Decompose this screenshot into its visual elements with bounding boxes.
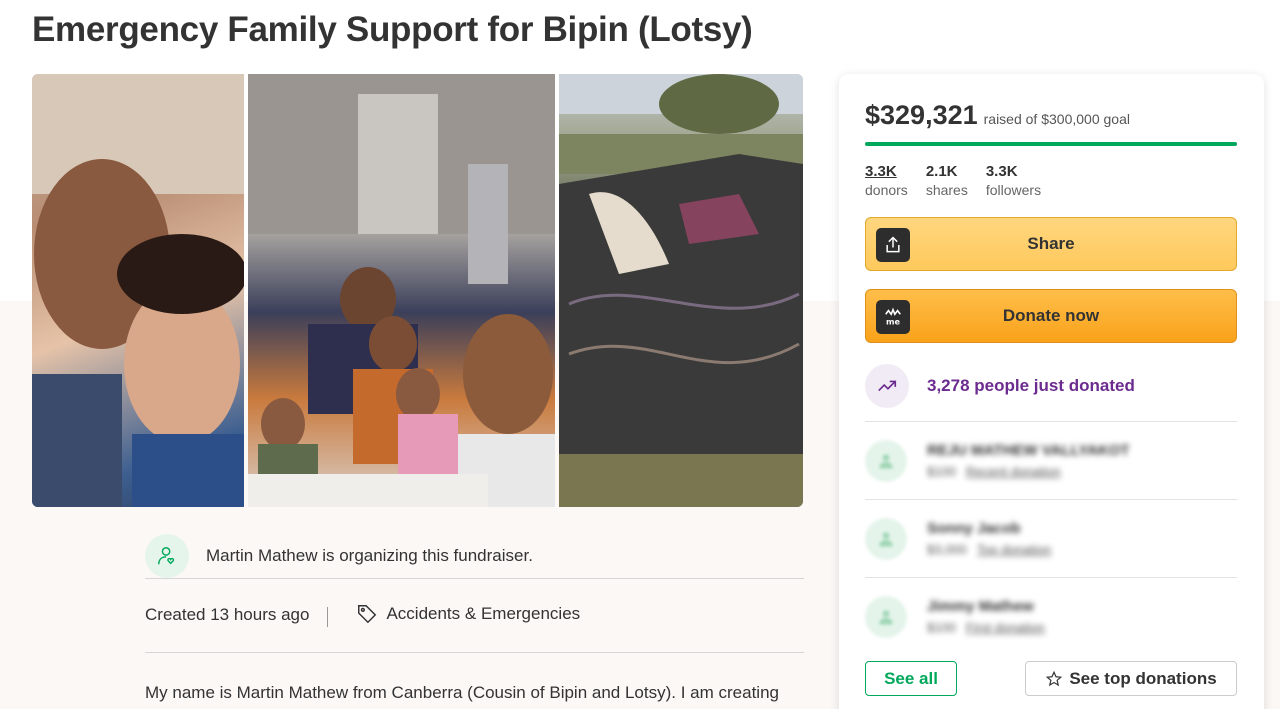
see-top-donations-button[interactable]: See top donations	[1025, 661, 1237, 696]
category-link[interactable]: Accidents & Emergencies	[356, 603, 580, 625]
campaign-meta: Created 13 hours ago Accidents & Emergen…	[145, 595, 804, 653]
tag-icon	[358, 605, 377, 624]
share-label[interactable]: Share	[1027, 234, 1074, 254]
donor-name: REJU MATHEW VALLYAKOT	[927, 442, 1130, 459]
user-heart-icon	[145, 534, 189, 578]
donor-avatar-icon	[865, 517, 907, 560]
star-outline-icon	[1046, 670, 1063, 686]
donor-avatar-icon	[865, 439, 907, 482]
see-top-label[interactable]: See top donations	[1069, 669, 1216, 689]
donor-list: REJU MATHEW VALLYAKOT $100 Recent donatio…	[865, 421, 1237, 655]
donor-avatar-icon	[865, 595, 907, 638]
recent-donations-banner: 3,278 people just donated	[865, 364, 1135, 408]
progress-bar-fill	[865, 142, 1237, 146]
photo-mother-daughter	[32, 74, 244, 507]
donor-amount: $3,000	[927, 542, 967, 557]
page-title: Emergency Family Support for Bipin (Lots…	[32, 10, 753, 49]
see-all-button[interactable]: See all	[865, 661, 957, 696]
raised-summary: $329,321 raised of $300,000 goal	[865, 100, 1130, 131]
story-text: My name is Martin Mathew from Canberra (…	[145, 683, 779, 702]
donor-meta: $3,000 Top donation	[927, 542, 1051, 557]
stat-donors[interactable]: 3.3K donors	[865, 163, 908, 199]
photo-family-kitchen	[248, 74, 555, 507]
stat-followers-value: 3.3K	[985, 163, 1018, 180]
stat-followers: 3.3K followers	[986, 163, 1041, 199]
stat-shares: 2.1K shares	[926, 163, 968, 199]
share-button[interactable]: Share	[865, 217, 1237, 271]
donor-meta: $100 Recent donation	[927, 464, 1130, 479]
stat-donors-value[interactable]: 3.3K	[865, 163, 908, 181]
list-item: Sonny Jacob $3,000 Top donation	[865, 499, 1237, 577]
stats-row: 3.3K donors 2.1K shares 3.3K followers	[865, 163, 1041, 199]
photo-crashed-car	[559, 74, 803, 507]
organizer-row: Martin Mathew is organizing this fundrai…	[145, 534, 804, 579]
goal-text: raised of $300,000 goal	[983, 111, 1130, 127]
progress-bar	[865, 142, 1237, 146]
donor-info: REJU MATHEW VALLYAKOT $100 Recent donatio…	[927, 442, 1130, 479]
stat-followers-label: followers	[985, 182, 1042, 198]
donor-amount: $100	[927, 620, 956, 635]
donor-name: Sonny Jacob	[927, 520, 1021, 537]
category-label[interactable]: Accidents & Emergencies	[386, 604, 580, 624]
raised-amount: $329,321	[865, 100, 978, 130]
donation-sidebar: $329,321 raised of $300,000 goal 3.3K do…	[839, 74, 1264, 709]
donor-tag: Recent donation	[965, 464, 1061, 479]
hero-image-collage[interactable]	[32, 74, 803, 507]
gofundme-logo-icon: me	[876, 300, 910, 334]
recent-donations-text: 3,278 people just donated	[927, 376, 1135, 395]
donate-label[interactable]: Donate now	[1003, 306, 1099, 326]
donor-tag: First donation	[965, 620, 1045, 635]
donor-amount: $100	[927, 464, 956, 479]
meta-divider	[327, 607, 329, 627]
donate-now-button[interactable]: me Donate now	[865, 289, 1237, 343]
list-item: Jimmy Mathew $100 First donation	[865, 577, 1237, 655]
list-item: REJU MATHEW VALLYAKOT $100 Recent donatio…	[865, 421, 1237, 499]
donor-info: Sonny Jacob $3,000 Top donation	[927, 520, 1051, 557]
organizer-text: Martin Mathew is organizing this fundrai…	[206, 546, 533, 565]
donor-info: Jimmy Mathew $100 First donation	[927, 598, 1045, 635]
share-upload-icon	[876, 228, 910, 262]
trending-up-icon	[865, 364, 909, 408]
donor-name: Jimmy Mathew	[927, 598, 1034, 615]
donor-tag: Top donation	[976, 542, 1052, 557]
stat-shares-label: shares	[925, 182, 968, 198]
donor-meta: $100 First donation	[927, 620, 1045, 635]
stat-donors-label: donors	[865, 182, 908, 198]
created-time: Created 13 hours ago	[145, 605, 310, 624]
svg-text:me: me	[886, 316, 901, 326]
stat-shares-value: 2.1K	[925, 163, 958, 180]
